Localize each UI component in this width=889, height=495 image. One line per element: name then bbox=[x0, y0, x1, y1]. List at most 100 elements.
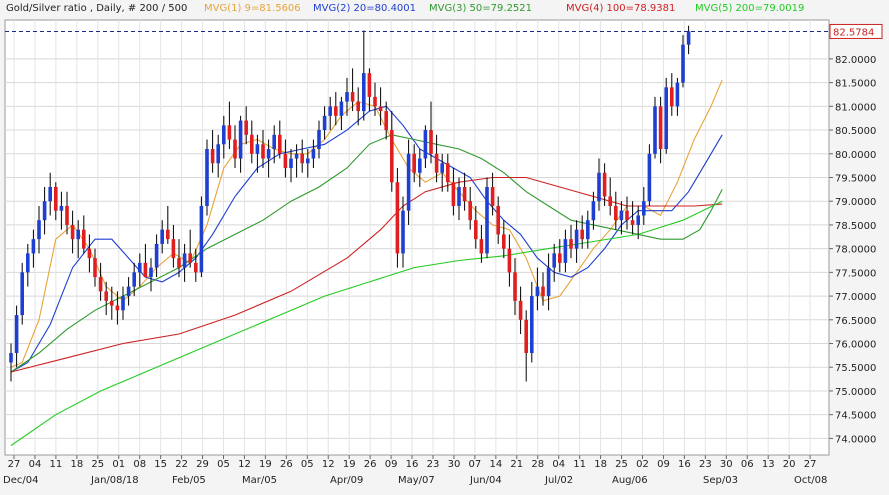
candle-down bbox=[300, 153, 304, 164]
indicator-label: MVG(1) 9=81.5606 bbox=[204, 3, 301, 14]
x-tick-label: 09 bbox=[385, 459, 398, 470]
y-tick-label: 79.5000 bbox=[835, 173, 876, 184]
y-tick-label: 80.0000 bbox=[835, 150, 876, 161]
candle-up bbox=[642, 201, 646, 216]
candle-down bbox=[625, 210, 629, 221]
candle-up bbox=[563, 239, 568, 263]
candle-down bbox=[93, 258, 97, 278]
candle-up bbox=[317, 130, 321, 150]
candle-up bbox=[26, 253, 30, 273]
candle-down bbox=[54, 186, 58, 211]
x-tick-label: 16 bbox=[678, 459, 691, 470]
x-tick-label: 11 bbox=[573, 459, 586, 470]
candle-up bbox=[205, 149, 209, 206]
x-tick-label: 08 bbox=[133, 459, 146, 470]
y-tick-label: 77.0000 bbox=[835, 292, 876, 303]
x-tick-label: 09 bbox=[657, 459, 670, 470]
candle-up bbox=[76, 229, 80, 240]
candle-up bbox=[160, 229, 164, 244]
x-tick-label: 15 bbox=[154, 459, 167, 470]
candle-down bbox=[524, 319, 528, 354]
candle-down bbox=[580, 229, 584, 240]
x-tick-label: 04 bbox=[552, 459, 565, 470]
candle-up bbox=[294, 153, 299, 159]
candle-up bbox=[138, 262, 142, 273]
candle-up bbox=[686, 31, 691, 45]
x-month-label: Aug/06 bbox=[612, 475, 648, 486]
candle-up bbox=[132, 272, 136, 287]
x-tick-label: 27 bbox=[8, 459, 21, 470]
indicator-label: MVG(2) 20=80.4001 bbox=[313, 3, 416, 14]
candle-down bbox=[384, 111, 388, 131]
candle-down bbox=[479, 239, 484, 254]
x-tick-label: 02 bbox=[636, 459, 649, 470]
candle-up bbox=[619, 210, 624, 221]
x-tick-label: 30 bbox=[448, 459, 461, 470]
candle-down bbox=[65, 205, 69, 225]
x-tick-label: 01 bbox=[112, 459, 125, 470]
x-month-label: Mar/05 bbox=[242, 475, 277, 486]
x-tick-label: 23 bbox=[427, 459, 440, 470]
x-month-label: Oct/08 bbox=[794, 475, 827, 486]
candle-down bbox=[166, 229, 170, 240]
candle-down bbox=[558, 253, 562, 263]
candle-up bbox=[406, 153, 411, 211]
candle-up bbox=[42, 201, 47, 221]
candle-up bbox=[238, 120, 243, 159]
candle-down bbox=[412, 153, 416, 173]
indicator-label: MVG(5) 200=79.0019 bbox=[695, 3, 804, 14]
x-month-label: Jan/08/18 bbox=[90, 475, 139, 486]
candle-down bbox=[451, 182, 456, 206]
x-tick-label: 26 bbox=[364, 459, 377, 470]
candle-down bbox=[350, 92, 355, 102]
x-tick-label: 04 bbox=[29, 459, 42, 470]
candle-up bbox=[401, 210, 405, 254]
candlestick-chart: 74.0000 74.5000 75.0000 75.5000 76.0000 76.50… bbox=[0, 0, 889, 491]
candle-down bbox=[115, 305, 120, 311]
candle-down bbox=[250, 134, 254, 154]
x-tick-label: 14 bbox=[489, 459, 502, 470]
y-tick-label: 79.0000 bbox=[835, 197, 876, 208]
y-tick-label: 80.5000 bbox=[835, 126, 876, 137]
indicator-label: MVG(3) 50=79.2521 bbox=[429, 3, 532, 14]
x-tick-label: 18 bbox=[70, 459, 83, 470]
candle-up bbox=[345, 92, 349, 102]
candle-down bbox=[390, 130, 394, 183]
y-tick-label: 78.5000 bbox=[835, 221, 876, 232]
candle-down bbox=[98, 277, 103, 292]
y-tick-label: 81.5000 bbox=[835, 79, 876, 90]
candle-down bbox=[608, 196, 612, 206]
candle-up bbox=[272, 134, 276, 150]
x-tick-label: 26 bbox=[280, 459, 293, 470]
candle-up bbox=[586, 220, 590, 240]
x-tick-label: 13 bbox=[762, 459, 775, 470]
x-tick-label: 05 bbox=[301, 459, 314, 470]
x-tick-label: 21 bbox=[510, 459, 523, 470]
candle-up bbox=[37, 220, 41, 240]
x-tick-label: 30 bbox=[720, 459, 733, 470]
candle-up bbox=[306, 158, 310, 164]
candle-up bbox=[597, 172, 601, 202]
y-tick-label: 75.5000 bbox=[835, 363, 876, 374]
chart-root: 74.0000 74.5000 75.0000 75.5000 76.0000 76.50… bbox=[0, 0, 889, 491]
candle-down bbox=[569, 239, 573, 249]
x-tick-label: 25 bbox=[615, 459, 628, 470]
candle-down bbox=[188, 253, 192, 263]
candle-down bbox=[82, 229, 86, 249]
candle-up bbox=[126, 286, 131, 297]
candle-up bbox=[440, 163, 444, 173]
candle-down bbox=[233, 139, 237, 159]
candle-up bbox=[31, 239, 36, 254]
candle-up bbox=[636, 215, 640, 225]
candle-up bbox=[266, 149, 271, 159]
x-tick-label: 05 bbox=[217, 459, 230, 470]
x-tick-label: 07 bbox=[469, 459, 482, 470]
candle-up bbox=[535, 286, 540, 297]
x-tick-label: 18 bbox=[594, 459, 607, 470]
candle-down bbox=[630, 220, 635, 225]
candle-down bbox=[278, 134, 282, 154]
indicator-label: MVG(4) 100=78.9381 bbox=[566, 3, 675, 14]
y-tick-label: 76.5000 bbox=[835, 316, 876, 327]
candle-up bbox=[681, 44, 685, 83]
y-tick-label: 76.0000 bbox=[835, 340, 876, 351]
